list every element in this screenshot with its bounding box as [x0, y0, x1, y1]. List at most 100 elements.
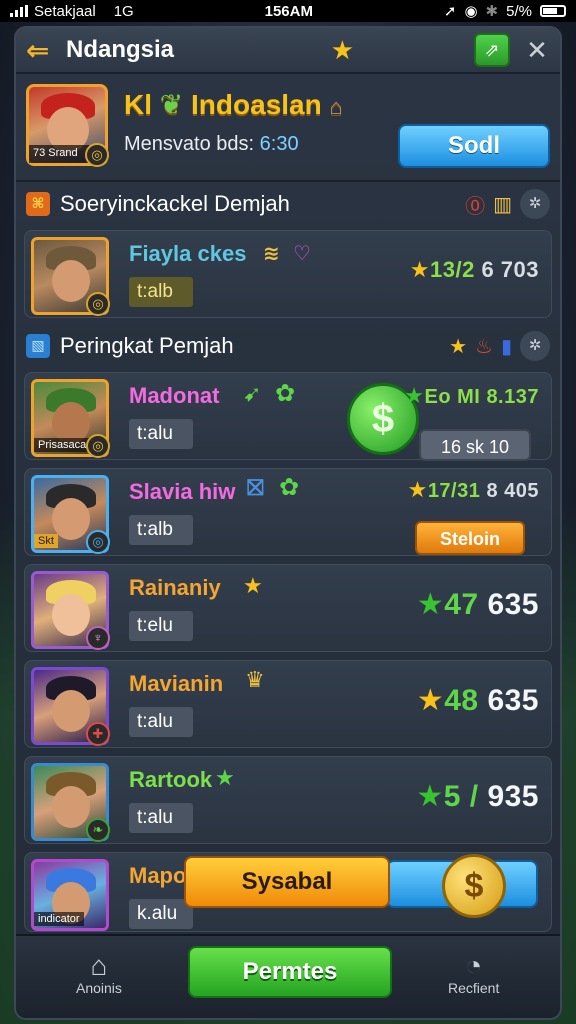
score-primary: 13/2 — [429, 257, 475, 282]
player-name: Fiayla ckes — [129, 241, 247, 266]
score-secondary: 6 703 — [481, 257, 539, 282]
score-secondary: 8.137 — [486, 386, 539, 408]
score-primary: 5 / — [443, 780, 479, 813]
table-row[interactable]: ❧ Rartook ★ t:alu ★5 / 935 — [24, 756, 552, 844]
tab-label: Anoinis — [76, 980, 122, 996]
share-button[interactable]: ⇗ — [474, 33, 510, 67]
score-secondary: 935 — [487, 780, 539, 813]
avatar-face — [52, 690, 90, 732]
score-primary: 47 — [444, 588, 479, 621]
gift-icon: ⛝ — [247, 475, 264, 500]
player-score: ★5 / 935 — [416, 779, 539, 814]
stat-value: 6:30 — [259, 133, 299, 155]
challenge-button[interactable]: 16 sk 10 — [419, 429, 531, 461]
battery-icon — [539, 5, 566, 17]
tab-recent[interactable]: ◔ Recfient — [448, 950, 499, 996]
status-bar: Setakjaal 1G 156AM ➚ ◉ ✱ 5/% — [0, 0, 576, 22]
player-score: ★13/2 6 703 — [410, 257, 539, 283]
avatar-label: Skt — [34, 534, 58, 548]
back-arrow-icon[interactable]: ⇐ — [26, 34, 66, 67]
avatar: ❧ — [31, 763, 110, 842]
avatar: Prisasaca ◎ — [31, 379, 110, 458]
bottle-icon: ▮ — [500, 335, 512, 358]
avatar-label: indicator — [34, 912, 84, 926]
score-secondary: 635 — [487, 684, 539, 717]
stat-label: Mensvato bds: — [124, 133, 255, 155]
tab-home[interactable]: ⌂ Anoinis — [76, 950, 122, 996]
sysabal-button[interactable]: Sysabal — [184, 856, 390, 908]
clover-icon: ✿ — [279, 474, 300, 501]
section-title: Peringkat Pemjah — [60, 333, 234, 358]
section-ranking-header: ▧ Peringkat Pemjah ★ ♨ ▮ ✲ — [16, 324, 560, 368]
player-name: Mavianin — [129, 671, 224, 696]
flame-icon: ♨ — [475, 335, 493, 358]
star-icon: ★ — [416, 588, 445, 621]
rank-badge-icon: ❧ — [86, 818, 110, 842]
star-icon: ★ — [449, 335, 468, 358]
section-title: Soeryinckackel Demjah — [60, 191, 290, 216]
clover-icon: ✿ — [275, 380, 296, 407]
player-score: ★47 635 — [417, 587, 539, 622]
rank-badge-icon: ◎ — [85, 143, 109, 167]
leaf-icon: ❦ — [159, 89, 184, 120]
avatar-face — [52, 786, 90, 828]
network-type: 1G — [113, 2, 134, 20]
avatar: indicator — [31, 859, 109, 931]
rank-badge-icon: ◎ — [86, 530, 110, 554]
avatar: ◎ — [31, 237, 110, 316]
avatar: Skt ◎ — [31, 475, 110, 554]
star-icon: ★ — [330, 34, 354, 65]
avatar-face — [52, 594, 90, 636]
player-tag: t:elu — [129, 611, 193, 641]
avatar: ♆ — [31, 571, 110, 650]
star-icon: ★ — [404, 383, 425, 408]
table-row[interactable]: ✚ Mavianin ♛ t:alu ★48 635 — [24, 660, 552, 748]
main-action-button[interactable]: Permtes — [188, 946, 392, 998]
leaf-icon: ➹ — [243, 381, 262, 406]
battery-percent: 5/% — [506, 2, 532, 20]
table-row[interactable]: Skt ◎ Slavia hiw ⛝ ✿ t:alb ★17/31 8 405 … — [24, 468, 552, 556]
player-score: ★48 635 — [417, 683, 539, 718]
settings-icon[interactable]: ✲ — [520, 331, 550, 361]
avatar[interactable]: 73 Srand ◎ — [26, 84, 109, 167]
bottom-tab-bar: ⌂ Anoinis Permtes ◔ Recfient — [16, 934, 560, 1018]
score-primary: Eo MI — [424, 386, 481, 408]
player-tag: t:alu — [129, 419, 193, 449]
rank-badge-icon: ◎ — [86, 434, 110, 458]
avatar-label: Prisasaca — [34, 438, 91, 452]
collect-button[interactable]: Steloin — [415, 521, 525, 555]
player-name: Rartook — [129, 767, 213, 792]
recent-icon: ◔ — [465, 950, 483, 981]
gift-icon: ≋ — [263, 243, 280, 265]
player-name-main: Indoaslan — [191, 89, 322, 120]
carrier-name: Setakjaal — [34, 2, 96, 20]
score-primary: 48 — [444, 684, 479, 717]
signal-icon — [10, 5, 28, 17]
avatar-face — [52, 260, 90, 302]
house-icon: ⌂ — [329, 94, 343, 119]
close-icon[interactable]: ✕ — [524, 35, 550, 66]
friends-icon: ⌘ — [26, 192, 50, 216]
score-secondary: 8 405 — [486, 480, 539, 502]
player-tag: t:alb — [129, 515, 193, 545]
tab-label: Recfient — [448, 980, 500, 996]
heart-icon: ♡ — [293, 243, 311, 265]
bucket-icon: ▥ — [493, 193, 512, 216]
player-tag: t:alu — [129, 803, 193, 833]
score-secondary: 635 — [487, 588, 539, 621]
player-profile: 73 Srand ◎ Kl ❦ Indoaslan ⌂ Mensvato bds… — [16, 74, 560, 182]
table-row[interactable]: ◎ Fiayla ckes ≋ ♡ t:alb ★13/2 6 703 — [24, 230, 552, 318]
table-row[interactable]: Prisasaca ◎ Madonat ➹ ✿ t:alu $ ★Eo MI 8… — [24, 372, 552, 461]
star-icon: ★ — [409, 257, 430, 282]
crown-icon: ♛ — [245, 667, 265, 692]
star-icon: ★ — [416, 684, 445, 717]
player-name: Rainaniy — [129, 575, 221, 600]
section-friends-header: ⌘ Soeryinckackel Demjah ⓪ ▥ ✲ — [16, 182, 560, 226]
rank-badge-icon: ✚ — [86, 722, 110, 746]
settings-icon[interactable]: ✲ — [520, 189, 550, 219]
panel-header: ⇐ Ndangsia ★ ⇗ ✕ — [16, 28, 560, 74]
table-row[interactable]: ♆ Rainaniy ★ t:elu ★47 635 — [24, 564, 552, 652]
profile-action-button[interactable]: Sodl — [398, 124, 550, 168]
star-icon: ★ — [407, 477, 428, 502]
player-name: Madonat — [129, 383, 220, 408]
